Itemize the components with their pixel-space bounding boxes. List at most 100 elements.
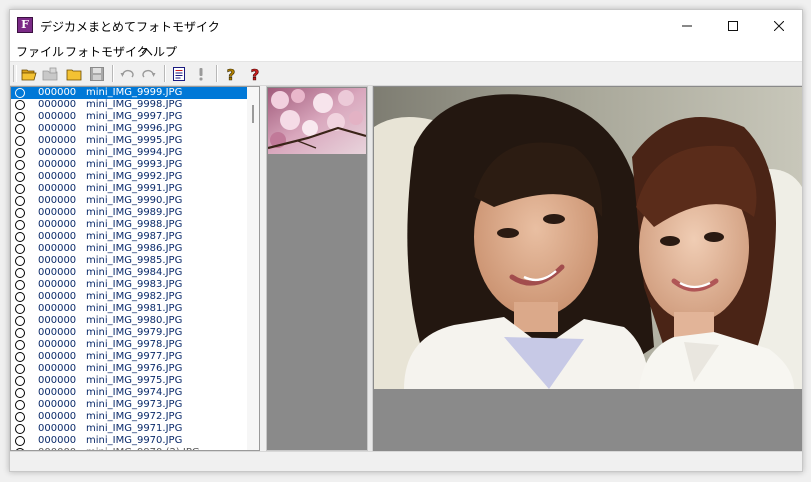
image-viewer[interactable] bbox=[372, 86, 802, 451]
file-list-item[interactable]: 000000 mini_IMG_9993.JPG bbox=[11, 159, 259, 171]
toolbar-grip[interactable] bbox=[13, 65, 17, 82]
file-list-item[interactable]: 000000 mini_IMG_9974.JPG bbox=[11, 387, 259, 399]
file-list-item[interactable]: 000000 mini_IMG_9995.JPG bbox=[11, 135, 259, 147]
file-list-item[interactable]: 000000 mini_IMG_9985.JPG bbox=[11, 255, 259, 267]
file-list-item[interactable]: 000000 mini_IMG_9992.JPG bbox=[11, 171, 259, 183]
status-circle-icon bbox=[15, 316, 25, 326]
file-count: 000000 bbox=[38, 363, 77, 374]
toolbar-separator bbox=[112, 65, 114, 82]
file-count: 000000 bbox=[38, 99, 77, 110]
status-circle-icon bbox=[15, 160, 25, 170]
file-name: mini_IMG_9976.JPG bbox=[86, 363, 183, 374]
status-circle-icon bbox=[15, 100, 25, 110]
redo-button[interactable] bbox=[140, 65, 158, 83]
file-count: 000000 bbox=[38, 207, 77, 218]
file-name: mini_IMG_9996.JPG bbox=[86, 123, 183, 134]
redo-icon bbox=[142, 69, 156, 78]
file-name: mini_IMG_9971.JPG bbox=[86, 423, 183, 434]
file-list-item[interactable]: 000000 mini_IMG_9970.JPG bbox=[11, 435, 259, 447]
selected-thumbnail-image[interactable] bbox=[268, 88, 366, 154]
status-circle-icon bbox=[15, 400, 25, 410]
file-name: mini_IMG_9973.JPG bbox=[86, 399, 183, 410]
file-list-item[interactable]: 000000 mini_IMG_9973.JPG bbox=[11, 399, 259, 411]
menu-file[interactable]: ファイル bbox=[16, 43, 64, 60]
minimize-button[interactable] bbox=[664, 10, 710, 41]
file-name: mini_IMG_9978.JPG bbox=[86, 339, 183, 350]
file-list-item[interactable]: 000000 mini_IMG_9972.JPG bbox=[11, 411, 259, 423]
file-list-item[interactable]: 000000 mini_IMG_9981.JPG bbox=[11, 303, 259, 315]
execute-button[interactable] bbox=[192, 65, 210, 83]
new-folder-button[interactable] bbox=[65, 65, 83, 83]
file-list-item[interactable]: 000000 mini_IMG_9978.JPG bbox=[11, 339, 259, 351]
status-circle-icon bbox=[15, 88, 25, 98]
close-button[interactable] bbox=[756, 10, 802, 41]
file-list-item[interactable]: 000000 mini_IMG_9986.JPG bbox=[11, 243, 259, 255]
file-list-item[interactable]: 000000 mini_IMG_9996.JPG bbox=[11, 123, 259, 135]
file-name: mini_IMG_9986.JPG bbox=[86, 243, 183, 254]
app-icon[interactable]: F bbox=[17, 17, 33, 33]
open-folder-button[interactable] bbox=[20, 65, 38, 83]
context-help-button[interactable]: ? bbox=[246, 65, 264, 83]
file-list-item[interactable]: 000000 mini_IMG_9994.JPG bbox=[11, 147, 259, 159]
file-count: 000000 bbox=[38, 423, 77, 434]
file-count: 000000 bbox=[38, 375, 77, 386]
file-list-item[interactable]: 000000 mini_IMG_9980.JPG bbox=[11, 315, 259, 327]
file-list-scrollbar[interactable] bbox=[247, 87, 259, 450]
status-circle-icon bbox=[15, 340, 25, 350]
file-list-item[interactable]: 000000 mini_IMG_9975.JPG bbox=[11, 375, 259, 387]
file-list-item[interactable]: 000000 mini_IMG_9976.JPG bbox=[11, 363, 259, 375]
file-list-item[interactable]: 000000 mini_IMG_9987.JPG bbox=[11, 231, 259, 243]
file-list-item[interactable]: 000000 mini_IMG_9988.JPG bbox=[11, 219, 259, 231]
file-list-item[interactable]: 000000 mini_IMG_9997.JPG bbox=[11, 111, 259, 123]
file-count: 000000 bbox=[38, 255, 77, 266]
file-list-item[interactable]: 000000 mini_IMG_9977.JPG bbox=[11, 351, 259, 363]
save-button[interactable] bbox=[88, 65, 106, 83]
menu-photomosaic[interactable]: フォトモザイク bbox=[65, 43, 149, 60]
scrollbar-thumb[interactable] bbox=[252, 105, 254, 123]
status-circle-icon bbox=[15, 244, 25, 254]
help-button[interactable]: ? bbox=[222, 65, 240, 83]
file-count: 000000 bbox=[38, 123, 77, 134]
file-list-item[interactable]: 000000 mini_IMG_9990.JPG bbox=[11, 195, 259, 207]
file-list-item[interactable]: 000000 mini_IMG_9983.JPG bbox=[11, 279, 259, 291]
title-bar[interactable]: F デジカメまとめてフォトモザイク bbox=[10, 10, 802, 41]
file-list-item[interactable]: 000000 mini_IMG_9982.JPG bbox=[11, 291, 259, 303]
file-list-item[interactable]: 000000 mini_IMG_9991.JPG bbox=[11, 183, 259, 195]
open-image-button[interactable] bbox=[41, 65, 59, 83]
status-circle-icon bbox=[15, 412, 25, 422]
file-list-items: 000000 mini_IMG_9999.JPG 000000 mini_IMG_99… bbox=[11, 87, 259, 450]
status-circle-icon bbox=[15, 220, 25, 230]
file-list-item[interactable]: 000000 mini_IMG_9989.JPG bbox=[11, 207, 259, 219]
file-count: 000000 bbox=[38, 351, 77, 362]
exclamation-icon bbox=[199, 68, 203, 81]
file-name: mini_IMG_9983.JPG bbox=[86, 279, 183, 290]
file-name: mini_IMG_9979.JPG bbox=[86, 327, 183, 338]
file-name: mini_IMG_9985.JPG bbox=[86, 255, 183, 266]
file-name: mini_IMG_9970.JPG bbox=[86, 435, 183, 446]
file-name: mini_IMG_9982.JPG bbox=[86, 291, 183, 302]
window-title: デジカメまとめてフォトモザイク bbox=[40, 20, 220, 34]
file-list-item[interactable]: 000000 mini_IMG_9979.JPG bbox=[11, 327, 259, 339]
file-list-item[interactable]: 000000 mini_IMG_9971.JPG bbox=[11, 423, 259, 435]
menu-help[interactable]: ヘルプ bbox=[141, 43, 177, 60]
file-list[interactable]: 000000 mini_IMG_9999.JPG 000000 mini_IMG_99… bbox=[10, 86, 260, 451]
status-circle-icon bbox=[15, 256, 25, 266]
undo-button[interactable] bbox=[118, 65, 136, 83]
file-count: 000000 bbox=[38, 195, 77, 206]
status-circle-icon bbox=[15, 292, 25, 302]
file-list-item[interactable]: 000000 mini_IMG_9984.JPG bbox=[11, 267, 259, 279]
file-name: mini_IMG_9984.JPG bbox=[86, 267, 183, 278]
file-list-item[interactable]: 000000 mini_IMG_9998.JPG bbox=[11, 99, 259, 111]
preview-image[interactable] bbox=[374, 87, 802, 389]
file-count: 000000 bbox=[38, 111, 77, 122]
list-properties-button[interactable] bbox=[170, 65, 188, 83]
image-folder-icon bbox=[42, 67, 58, 81]
status-circle-icon bbox=[15, 424, 25, 434]
thumbnail-panel[interactable] bbox=[266, 86, 368, 451]
maximize-button[interactable] bbox=[710, 10, 756, 41]
file-name: mini_IMG_9987.JPG bbox=[86, 231, 183, 242]
question-mark-icon: ? bbox=[226, 66, 235, 82]
status-circle-icon bbox=[15, 172, 25, 182]
file-list-item[interactable]: 000000 mini_IMG_9999.JPG bbox=[11, 87, 259, 99]
undo-icon bbox=[120, 69, 134, 78]
